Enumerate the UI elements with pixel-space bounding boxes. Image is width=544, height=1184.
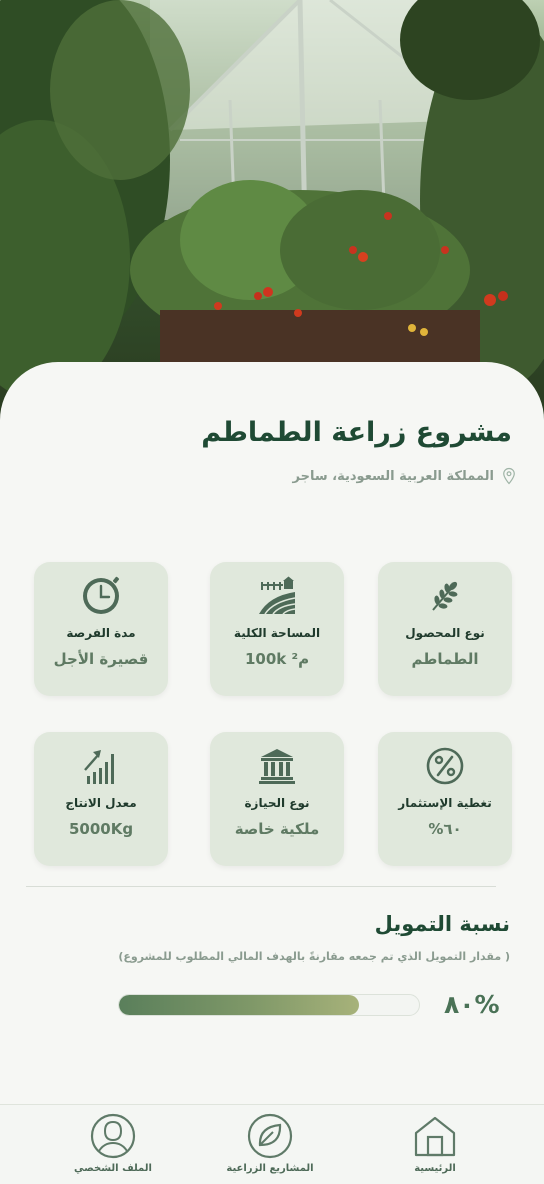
stat-label: المساحة الكلية: [233, 626, 321, 640]
wheat-icon: [432, 581, 458, 611]
leaf-icon: [247, 1113, 293, 1159]
funding-progress-fill: [119, 995, 359, 1015]
stat-card-investment-coverage: تغطية الإستثمار ٦٠%: [378, 732, 512, 866]
funding-subtitle: ( مقدار التمويل الذي تم جمعه مقارنةً بال…: [118, 950, 510, 963]
stat-card-total-area: المساحة الكلية م² 100k: [210, 562, 344, 696]
stat-label: مدة الفرصة: [66, 626, 136, 640]
stat-label: نوع الحيازة: [244, 796, 310, 810]
nav-item-agricultural-projects[interactable]: المشاريع الزراعية: [215, 1113, 325, 1179]
nav-label: الرئيسية: [414, 1163, 456, 1174]
stat-value: قصيرة الأجل: [53, 650, 149, 668]
farmland-icon: [259, 576, 296, 615]
stat-card-production-rate: معدل الانتاج 5000Kg: [34, 732, 168, 866]
bottom-navigation: الرئيسية المشاريع الزراعية الملف الشخصي: [0, 1104, 544, 1184]
location-pin-icon: [503, 467, 515, 485]
funding-percent: ٨٠%: [444, 990, 500, 1019]
greenhouse-illustration: [0, 0, 544, 400]
nav-item-home[interactable]: الرئيسية: [380, 1113, 490, 1179]
stat-card-crop-type: نوع المحصول الطماطم: [378, 562, 512, 696]
stat-value: م² 100k: [244, 650, 310, 668]
percent-icon: [426, 747, 464, 785]
nav-label: الملف الشخصي: [74, 1163, 152, 1174]
stat-card-opportunity-duration: مدة الفرصة قصيرة الأجل: [34, 562, 168, 696]
stat-card-holding-type: نوع الحيازة ملكية خاصة: [210, 732, 344, 866]
user-icon: [90, 1113, 136, 1159]
bank-icon: [259, 749, 295, 784]
nav-item-profile[interactable]: الملف الشخصي: [58, 1113, 168, 1179]
stat-value: 5000Kg: [68, 820, 134, 838]
hero-image: [0, 0, 544, 420]
project-location: المملكة العربية السعودية، ساجر: [293, 467, 518, 485]
section-divider: [26, 886, 496, 887]
funding-progress-bar: [118, 994, 420, 1016]
stat-value: ملكية خاصة: [234, 820, 320, 838]
nav-label: المشاريع الزراعية: [226, 1163, 314, 1174]
project-title: مشروع زراعة الطماطم: [201, 417, 512, 448]
location-text: المملكة العربية السعودية، ساجر: [292, 468, 494, 484]
stat-label: نوع المحصول: [405, 626, 485, 640]
stat-label: معدل الانتاج: [65, 796, 137, 810]
growth-chart-icon: [84, 750, 114, 784]
home-icon: [414, 1116, 456, 1157]
stat-label: تغطية الإستثمار: [398, 796, 492, 810]
funding-title: نسبة التمويل: [374, 912, 510, 936]
stat-value: ٦٠%: [428, 820, 462, 838]
clock-icon: [83, 576, 120, 614]
project-details-sheet: مشروع زراعة الطماطم المملكة العربية السع…: [0, 362, 544, 1104]
stat-value: الطماطم: [411, 650, 479, 668]
